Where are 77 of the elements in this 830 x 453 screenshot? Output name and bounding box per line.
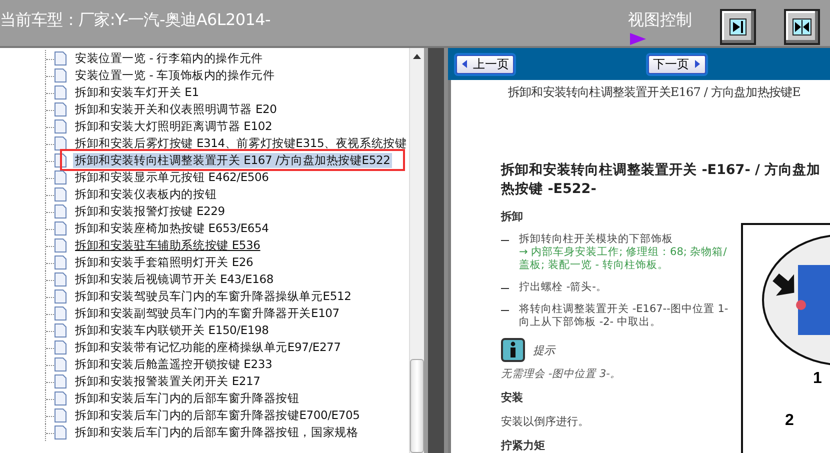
- dash-icon: [501, 288, 509, 289]
- page-icon: [54, 425, 67, 440]
- note-text: 无需理会 -图中位置 3-。: [501, 367, 622, 381]
- tree-item[interactable]: 拆卸和安装仪表板内的按钮: [73, 187, 219, 202]
- view-control-label: 视图控制: [628, 10, 692, 31]
- tree-item[interactable]: 拆卸和安装后雾灯按键 E314、前雾灯按键E315、夜视系统按键: [73, 136, 409, 151]
- page-icon: [54, 119, 67, 134]
- tree-item[interactable]: 拆卸和安装报警装置关闭开关 E217: [73, 374, 262, 389]
- scrollbar-thumb[interactable]: [410, 359, 424, 453]
- page-icon: [54, 374, 67, 389]
- tree-item[interactable]: 拆卸和安装副驾驶员车门内的车窗升降器开关E107: [73, 306, 342, 321]
- page-icon: [54, 85, 67, 100]
- split-view-button[interactable]: [784, 9, 820, 45]
- figure-label: 2: [785, 412, 794, 429]
- next-page-button[interactable]: 下一页: [648, 54, 706, 74]
- previous-page-button[interactable]: 上一页: [456, 54, 514, 74]
- page-icon: [54, 187, 67, 202]
- tree-item[interactable]: 拆卸和安装带有记忆功能的座椅操纵单元E97/E277: [73, 340, 343, 355]
- triangle-icon: [630, 33, 646, 45]
- tree-item[interactable]: 拆卸和安装报警灯按键 E229: [73, 204, 227, 219]
- page-icon: [54, 408, 67, 423]
- page-icon: [54, 51, 67, 66]
- figure-label: 1: [813, 370, 822, 387]
- tree-item[interactable]: 拆卸和安装开关和仪表照明调节器 E20: [73, 102, 279, 117]
- page-icon: [54, 340, 67, 355]
- page-icon: [54, 238, 67, 253]
- page-icon: [54, 357, 67, 372]
- page-icon: [54, 68, 67, 83]
- running-header: 拆卸和安装转向柱调整装置开关E167 / 方向盘加热按键E: [507, 84, 802, 101]
- tree-item[interactable]: 安装位置一览 - 行李箱内的操作元件: [73, 51, 265, 66]
- page-icon: [54, 323, 67, 338]
- tree-item[interactable]: 拆卸和安装驻车辅助系统按键 E536: [73, 238, 262, 253]
- split-arrows-icon: [792, 18, 812, 36]
- page-icon: [54, 306, 67, 321]
- step-text: 将转向柱调整装置开关 -E167--图中位置 1- 向上从下部饰板 -2- 中取出。: [519, 303, 730, 329]
- tree-item[interactable]: 拆卸和安装驾驶员车门内的车窗升降器操纵单元E512: [73, 289, 354, 304]
- vehicle-title: 当前车型：厂家:Y-一汽-奥迪A6L2014-: [0, 10, 272, 31]
- section-heading: 拧紧力矩: [501, 438, 546, 453]
- left-arrow-icon: [461, 59, 469, 69]
- paragraph: 安装以倒序进行。: [501, 414, 590, 429]
- page-icon: [54, 136, 67, 151]
- page-icon: [54, 272, 67, 287]
- reference-link[interactable]: → 内部车身安装工作; 修理组：68; 杂物箱/盖板; 装配一览 - 转向柱饰板。: [519, 246, 733, 272]
- step-text: 拧出螺栓 -箭头-。: [519, 281, 607, 294]
- scrollbar[interactable]: [409, 48, 424, 453]
- tree-item[interactable]: 拆卸和安装转向柱调整装置开关 E167 /方向盘加热按键E522: [73, 153, 392, 168]
- expand-panel-button[interactable]: [720, 9, 756, 45]
- page-icon: [54, 170, 67, 185]
- arrow-bar-icon: [729, 18, 747, 36]
- tree-item[interactable]: 拆卸和安装大灯照明距离调节器 E102: [73, 119, 274, 134]
- tree-item[interactable]: 拆卸和安装手套箱照明灯开关 E26: [73, 255, 256, 270]
- up-arrow-icon[interactable]: [413, 54, 421, 58]
- dash-icon: [501, 240, 509, 241]
- tree-item[interactable]: 拆卸和安装车内联锁开关 E150/E198: [73, 323, 271, 338]
- tree-item[interactable]: 拆卸和安装后舱盖遥控开锁按键 E233: [73, 357, 274, 372]
- page-icon: [54, 289, 67, 304]
- tree-item[interactable]: 拆卸和安装显示单元按钮 E462/E506: [73, 170, 271, 185]
- tree-item[interactable]: 拆卸和安装座椅加热按键 E653/E654: [73, 221, 271, 236]
- tree-item[interactable]: 拆卸和安装后车门内的后部车窗升降器按钮，国家规格: [73, 425, 360, 440]
- page-icon: [54, 204, 67, 219]
- tree-item[interactable]: 拆卸和安装后车门内的后部车窗升降器按钮: [73, 391, 302, 406]
- page-icon: [54, 102, 67, 117]
- page-icon: [54, 255, 67, 270]
- section-heading: 安装: [501, 390, 524, 405]
- dash-icon: [501, 310, 509, 311]
- page-icon: [54, 391, 67, 406]
- document-title: 拆卸和安装转向柱调整装置开关 -E167- / 方向盘加热按键 -E522-: [500, 161, 822, 199]
- section-heading: 拆卸: [501, 209, 524, 224]
- tree-item[interactable]: 拆卸和安装后车门内的后部车窗升降器按键E700/E705: [73, 408, 362, 423]
- note-label: 提示: [533, 342, 555, 358]
- page-icon: [54, 221, 67, 236]
- step-text: 拆卸转向柱开关模块的下部饰板 → 内部车身安装工作; 修理组：68; 杂物箱/盖板; 装配一览 - 转向柱饰板。: [519, 233, 733, 272]
- right-arrow-icon: [693, 59, 701, 69]
- tree-item[interactable]: 拆卸和安装车灯开关 E1: [73, 85, 201, 100]
- tree-item[interactable]: 安装位置一览 - 车顶饰板内的操作元件: [73, 68, 277, 83]
- tree-item[interactable]: 拆卸和安装后视镜调节开关 E43/E168: [73, 272, 276, 287]
- info-icon: [501, 338, 525, 362]
